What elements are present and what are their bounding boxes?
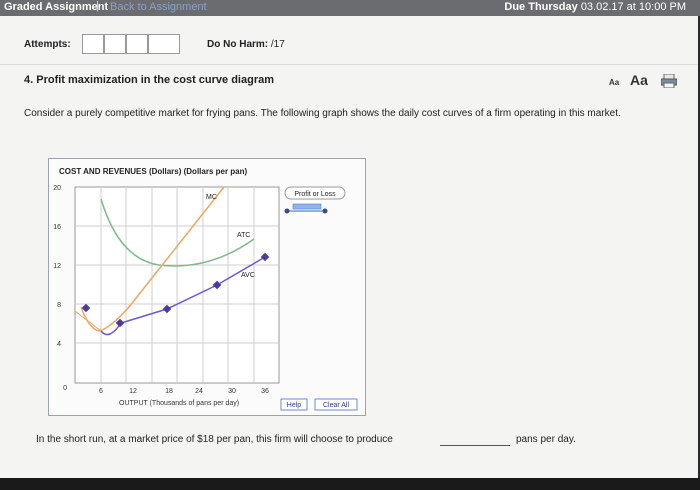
top-bar: Graded Assignment | Back to Assignment D… (0, 0, 700, 16)
x-tick-24: 24 (195, 388, 203, 395)
print-icon[interactable] (661, 74, 677, 88)
help-button-label: Help (287, 402, 302, 409)
atc-label: ATC (237, 232, 250, 239)
screen-bottom-edge (0, 478, 700, 490)
y-tick-20: 20 (53, 185, 61, 192)
attempts-row: Attempts: Do No Harm: /17 (0, 16, 698, 65)
attempt-box-3 (126, 34, 148, 54)
y-axis-title: COST AND REVENUES (Dollars) (Dollars per… (59, 167, 248, 176)
clear-all-button-label: Clear All (323, 402, 350, 409)
short-run-question: In the short run, at a market price of $… (36, 434, 393, 445)
assignment-title: Graded Assignment (4, 1, 109, 13)
y-tick-4: 4 (57, 341, 61, 348)
x-axis-title: OUTPUT (Thousands of pans per day) (119, 400, 239, 407)
quantity-answer-input[interactable] (440, 444, 510, 446)
increase-font-button[interactable]: Aa (630, 72, 648, 88)
y-tick-8: 8 (57, 302, 61, 309)
attempt-box-1 (82, 34, 104, 54)
do-no-harm-score: /17 (270, 39, 285, 50)
do-no-harm: Do No Harm: /17 (207, 39, 285, 50)
y-tick-0: 0 (63, 385, 67, 392)
x-tick-6: 6 (99, 388, 103, 395)
question-description: Consider a purely competitive market for… (24, 108, 621, 119)
due-label: Due Thursday (504, 1, 578, 13)
profit-or-loss-handle-left[interactable] (284, 208, 290, 214)
assignment-page: Attempts: Do No Harm: /17 4. Profit maxi… (0, 16, 698, 478)
attempt-box-4 (148, 34, 180, 54)
cost-curve-graph[interactable]: COST AND REVENUES (Dollars) (Dollars per… (49, 159, 365, 415)
profit-or-loss-area-icon[interactable] (292, 203, 322, 210)
due-date: Due Thursday 03.02.17 at 10:00 PM (504, 1, 686, 13)
attempts-label: Attempts: (24, 39, 71, 50)
title-separator: | (96, 0, 99, 12)
question-title: 4. Profit maximization in the cost curve… (24, 74, 275, 86)
x-tick-12: 12 (129, 388, 137, 395)
y-tick-16: 16 (53, 224, 61, 231)
profit-or-loss-label: Profit or Loss (294, 191, 336, 198)
mc-label: MC (206, 194, 217, 201)
attempt-box-2 (104, 34, 126, 54)
do-no-harm-label: Do No Harm: (207, 39, 269, 50)
avc-label: AVC (241, 272, 255, 279)
graph-panel: COST AND REVENUES (Dollars) (Dollars per… (48, 158, 366, 416)
x-tick-18: 18 (165, 388, 173, 395)
decrease-font-button[interactable]: Aa (609, 78, 619, 87)
x-tick-30: 30 (228, 388, 236, 395)
y-tick-12: 12 (53, 263, 61, 270)
back-to-assignment-link[interactable]: Back to Assignment (110, 1, 207, 13)
x-tick-36: 36 (261, 388, 269, 395)
due-datetime: 03.02.17 at 10:00 PM (580, 1, 686, 13)
answer-suffix: pans per day. (516, 434, 576, 445)
profit-or-loss-handle-right[interactable] (322, 208, 328, 214)
